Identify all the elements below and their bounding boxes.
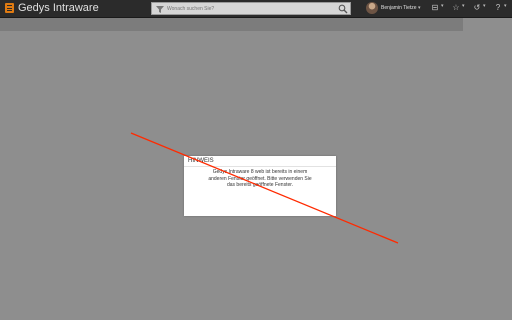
app-title[interactable]: Gedys Intraware [18, 1, 99, 16]
inbox-icon[interactable]: ⊟ [430, 3, 440, 13]
help-icon[interactable]: ? [493, 3, 503, 13]
hamburger-menu-icon[interactable] [5, 3, 14, 13]
search-icon[interactable] [338, 4, 348, 14]
history-icon[interactable]: ↺ [472, 3, 482, 13]
divider [184, 166, 336, 167]
star-icon[interactable]: ☆ [451, 3, 461, 13]
search-input[interactable] [167, 4, 327, 13]
top-bar: Gedys Intraware Benjamin Tietze ▾ ⊟ ▾ ☆ … [0, 0, 512, 18]
chevron-down-icon: ▾ [504, 3, 507, 9]
sub-toolbar [0, 18, 463, 31]
chevron-down-icon: ▾ [483, 3, 486, 9]
avatar [366, 2, 378, 14]
chevron-down-icon: ▾ [418, 5, 421, 11]
user-name: Benjamin Tietze [381, 5, 417, 11]
notice-dialog: HINWEIS Gedys Intraware 8 web ist bereit… [184, 156, 336, 216]
chevron-down-icon: ▾ [462, 3, 465, 9]
chevron-down-icon: ▾ [441, 3, 444, 9]
search-bar[interactable] [151, 2, 351, 15]
dialog-title: HINWEIS [188, 158, 214, 164]
filter-icon[interactable] [155, 4, 165, 14]
dialog-message: Gedys Intraware 8 web ist bereits in ein… [208, 169, 312, 188]
